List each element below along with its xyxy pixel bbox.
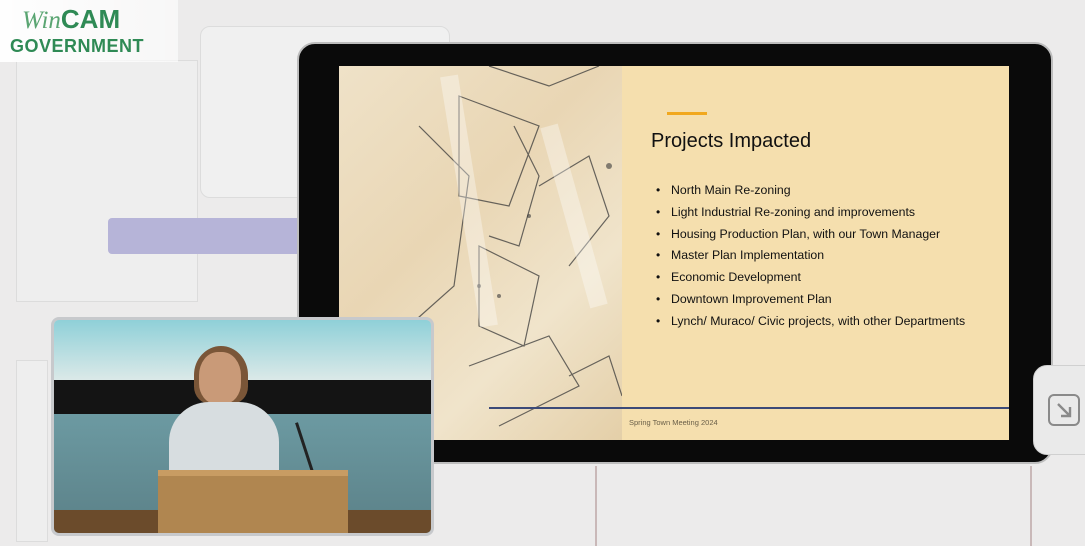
speaker-video-pip[interactable] xyxy=(51,317,434,536)
bullet-item: Economic Development xyxy=(656,270,996,285)
background-panel-1 xyxy=(16,60,198,302)
slide-bullet-list: North Main Re-zoning Light Industrial Re… xyxy=(656,183,996,336)
logo-script-text: Win xyxy=(22,7,61,34)
slide-footer-text: Spring Town Meeting 2024 xyxy=(629,418,718,427)
logo-government-text: GOVERNMENT xyxy=(10,36,145,56)
bullet-item: Lynch/ Muraco/ Civic projects, with othe… xyxy=(656,314,996,329)
slide-title: Projects Impacted xyxy=(651,130,812,152)
logo-brand-text: CAM xyxy=(60,4,121,34)
background-divider xyxy=(1030,466,1032,546)
background-divider xyxy=(595,466,597,546)
bullet-item: North Main Re-zoning xyxy=(656,183,996,198)
bullet-item: Downtown Improvement Plan xyxy=(656,292,996,307)
speaker-face xyxy=(199,352,241,404)
title-accent-bar xyxy=(667,112,707,115)
bullet-item: Housing Production Plan, with our Town M… xyxy=(656,227,996,242)
background-highlight-bar xyxy=(108,218,308,254)
podium xyxy=(158,470,348,533)
slide-footer-rule xyxy=(489,407,1009,409)
bullet-item: Master Plan Implementation xyxy=(656,248,996,263)
arrow-down-right-icon xyxy=(1048,394,1080,426)
background-panel-3 xyxy=(16,360,48,542)
logo-wordmark: WinCAM xyxy=(22,6,120,34)
expand-button[interactable] xyxy=(1033,365,1085,455)
wincam-government-logo: WinCAM GOVERNMENT xyxy=(0,0,178,62)
bullet-item: Light Industrial Re-zoning and improveme… xyxy=(656,205,996,220)
presentation-slide: Projects Impacted North Main Re-zoning L… xyxy=(339,66,1009,440)
